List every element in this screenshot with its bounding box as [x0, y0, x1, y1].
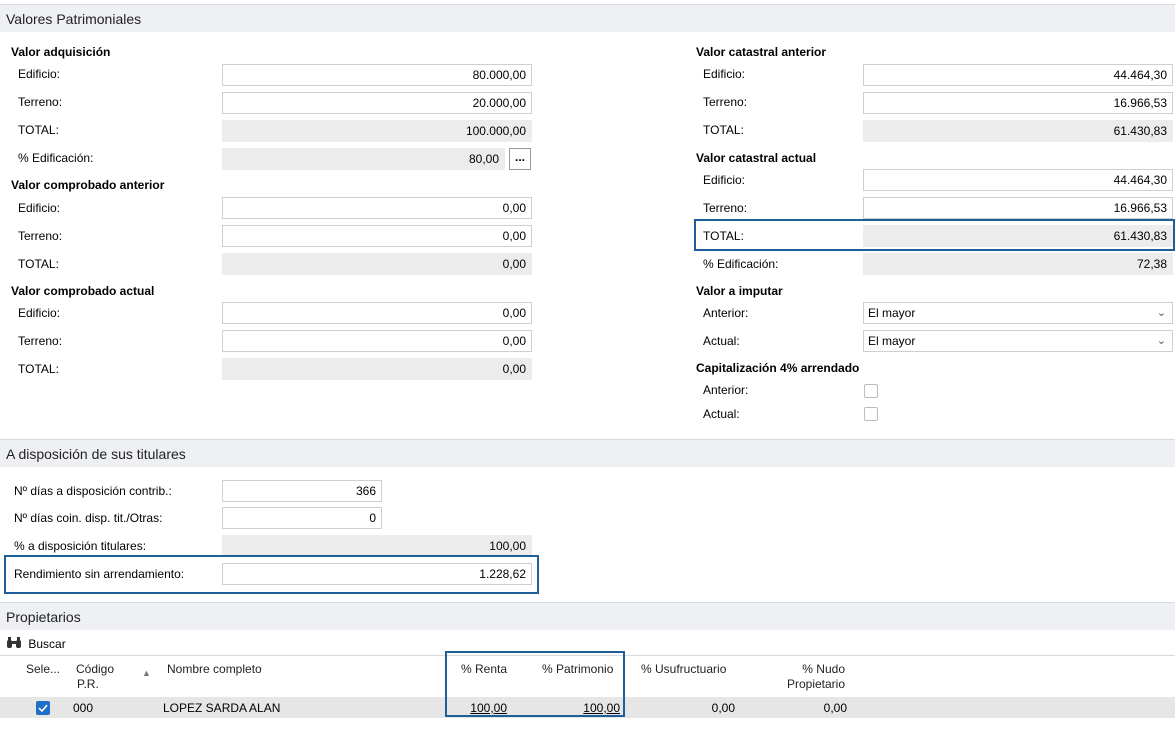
column-header-usufructuario[interactable]: % Usufructuario [641, 662, 726, 676]
label-cat-act-pct-edificacion: % Edificación: [703, 257, 779, 271]
highlight-box-renta-patrimonio [445, 651, 625, 717]
highlight-box-catastral-total [694, 219, 1175, 251]
label-imputar-actual: Actual: [703, 334, 740, 348]
group-title-valor-catastral-actual: Valor catastral actual [696, 151, 817, 165]
cell-usufructuario: 0,00 [711, 701, 735, 715]
chevron-down-icon: ⌄ [1156, 307, 1166, 319]
label-pct-disposicion: % a disposición titulares: [14, 539, 147, 553]
group-title-valor-adquisicion: Valor adquisición [11, 45, 111, 59]
comp-ant-total-field: 0,00 [222, 253, 532, 275]
imputar-actual-select[interactable]: El mayor ⌄ [863, 330, 1173, 352]
label-adq-edificio: Edificio: [18, 67, 61, 81]
search-button[interactable]: Buscar [6, 636, 66, 652]
capitalizacion-anterior-checkbox[interactable] [864, 384, 878, 398]
column-header-nudo-line2: Propietario [786, 677, 845, 691]
column-header-codigo[interactable]: Código P.R. [76, 662, 114, 692]
label-comp-ant-edificio: Edificio: [18, 201, 61, 215]
label-comp-act-edificio: Edificio: [18, 306, 61, 320]
adq-terreno-input[interactable]: 20.000,00 [222, 92, 532, 114]
group-title-valor-catastral-anterior: Valor catastral anterior [696, 45, 827, 59]
adq-pct-edificacion-field: 80,00 [222, 148, 505, 170]
check-icon [38, 704, 48, 713]
comp-ant-edificio-input[interactable]: 0,00 [222, 197, 532, 219]
section-header-disposicion: A disposición de sus titulares [0, 439, 1175, 467]
pct-edificacion-more-button[interactable]: ... [509, 148, 531, 170]
section-header-propietarios: Propietarios [0, 602, 1175, 630]
label-capitalizacion-anterior: Anterior: [703, 383, 749, 397]
label-comp-act-terreno: Terreno: [18, 334, 63, 348]
label-capitalizacion-actual: Actual: [703, 407, 740, 421]
label-adq-total: TOTAL: [18, 123, 59, 137]
cell-nudo: 0,00 [823, 701, 847, 715]
cell-codigo: 000 [73, 701, 94, 715]
label-cat-ant-total: TOTAL: [703, 123, 744, 137]
label-cat-act-terreno: Terreno: [703, 201, 748, 215]
group-title-capitalizacion: Capitalización 4% arrendado [696, 361, 860, 375]
group-title-valor-comprobado-actual: Valor comprobado actual [11, 284, 155, 298]
dias-contrib-input[interactable]: 366 [222, 480, 382, 502]
cat-ant-edificio-input[interactable]: 44.464,30 [863, 64, 1173, 86]
dias-coin-input[interactable]: 0 [222, 507, 382, 529]
column-header-sele[interactable]: Sele... [26, 662, 60, 676]
group-title-valor-a-imputar: Valor a imputar [696, 284, 783, 298]
group-title-valor-comprobado-anterior: Valor comprobado anterior [11, 178, 165, 192]
chevron-down-icon: ⌄ [1156, 335, 1166, 347]
column-header-nombre[interactable]: Nombre completo [167, 662, 262, 676]
label-cat-ant-edificio: Edificio: [703, 67, 746, 81]
label-dias-coin: Nº días coin. disp. tit./Otras: [14, 511, 163, 525]
search-label: Buscar [28, 637, 66, 651]
label-cat-ant-terreno: Terreno: [703, 95, 748, 109]
label-adq-terreno: Terreno: [18, 95, 63, 109]
sort-ascending-icon: ▲ [142, 668, 151, 678]
imputar-actual-value: El mayor [868, 334, 916, 348]
cell-nombre: LOPEZ SARDA ALAN [163, 701, 281, 715]
adq-total-field: 100.000,00 [222, 120, 532, 142]
comp-act-total-field: 0,00 [222, 358, 532, 380]
cat-ant-total-field: 61.430,83 [863, 120, 1173, 142]
cat-act-pct-edificacion-field: 72,38 [863, 253, 1173, 275]
pct-disposicion-field: 100,00 [222, 535, 532, 557]
column-header-nudo-propietario[interactable]: % Nudo Propietario [775, 662, 845, 692]
comp-ant-terreno-input[interactable]: 0,00 [222, 225, 532, 247]
imputar-anterior-value: El mayor [868, 306, 916, 320]
label-comp-ant-total: TOTAL: [18, 257, 59, 271]
column-header-codigo-line2: P.R. [77, 677, 99, 691]
capitalizacion-actual-checkbox[interactable] [864, 407, 878, 421]
row-select-checkbox[interactable] [36, 701, 50, 715]
cat-ant-terreno-input[interactable]: 16.966,53 [863, 92, 1173, 114]
label-comp-act-total: TOTAL: [18, 362, 59, 376]
imputar-anterior-select[interactable]: El mayor ⌄ [863, 302, 1173, 324]
label-comp-ant-terreno: Terreno: [18, 229, 63, 243]
binoculars-icon [7, 637, 21, 648]
cat-act-terreno-input[interactable]: 16.966,53 [863, 197, 1173, 219]
comp-act-terreno-input[interactable]: 0,00 [222, 330, 532, 352]
column-header-codigo-line1: Código [76, 662, 115, 676]
section-header-valores: Valores Patrimoniales [0, 4, 1175, 32]
column-header-nudo-line1: % Nudo [802, 662, 845, 676]
label-adq-pct-edificacion: % Edificación: [18, 151, 94, 165]
highlight-box-rendimiento [4, 555, 539, 594]
label-dias-contrib: Nº días a disposición contrib.: [14, 484, 172, 498]
comp-act-edificio-input[interactable]: 0,00 [222, 302, 532, 324]
cat-act-edificio-input[interactable]: 44.464,30 [863, 169, 1173, 191]
label-imputar-anterior: Anterior: [703, 306, 749, 320]
label-cat-act-edificio: Edificio: [703, 173, 746, 187]
adq-edificio-input[interactable]: 80.000,00 [222, 64, 532, 86]
